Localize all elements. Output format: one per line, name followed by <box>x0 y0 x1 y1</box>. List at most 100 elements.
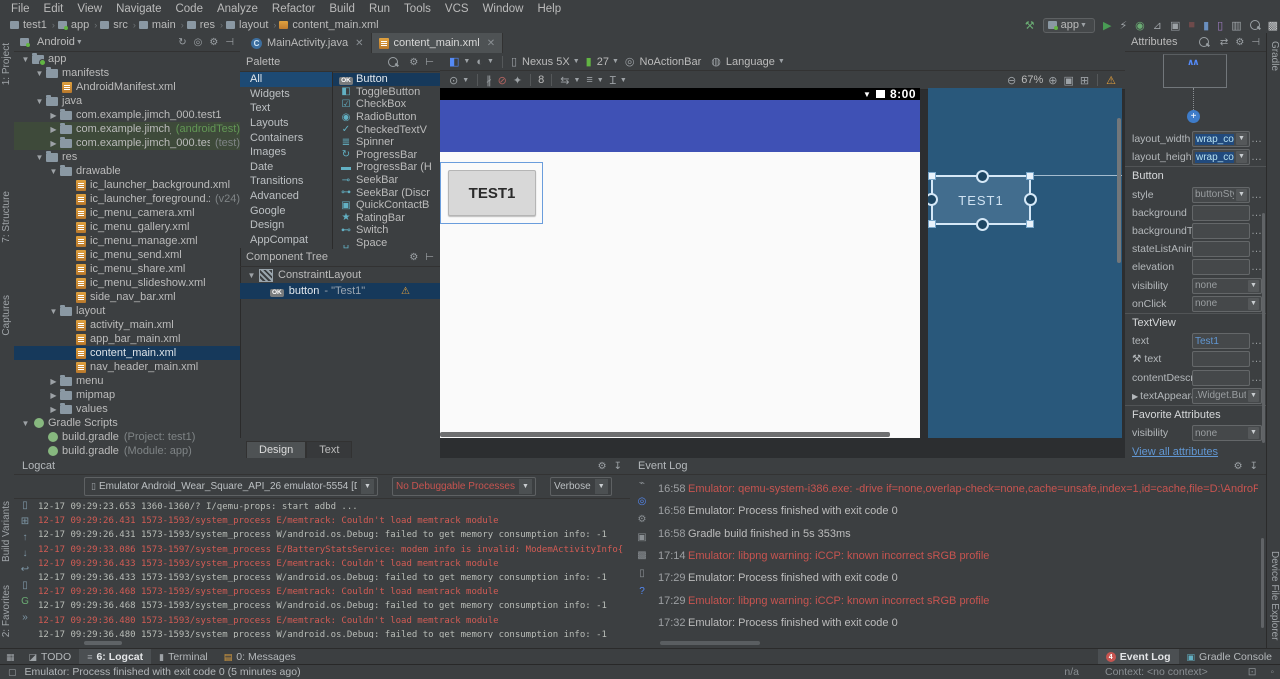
expander-icon[interactable]: ▼ <box>48 307 59 316</box>
constraint-inspector[interactable]: ∧∧ + <box>1125 52 1266 130</box>
design-mode-icon[interactable]: ◧ <box>449 55 459 68</box>
category-transitions[interactable]: Transitions <box>240 174 332 189</box>
settings-icon[interactable]: ⚙ <box>638 514 647 532</box>
tree-item-package-test[interactable]: ▶com.example.jimch_000.test1(test) <box>14 136 240 150</box>
autoconnect-off-icon[interactable]: ∦ <box>486 74 492 87</box>
tree-item-androidmanifest[interactable]: AndroidManifest.xml <box>14 80 240 94</box>
expander-icon[interactable]: ▶ <box>48 125 59 134</box>
component-button-selected[interactable]: OK button - "Test1" ⚠ <box>240 283 440 299</box>
more-button[interactable]: … <box>1250 353 1262 365</box>
component-constraintlayout[interactable]: ▼ ConstraintLayout <box>240 267 440 283</box>
expander-icon[interactable]: ▶ <box>48 391 59 400</box>
tool-tab-device-file-explorer[interactable]: Device File Explorer <box>1269 551 1280 640</box>
trash-icon[interactable]: ▯ <box>639 568 645 586</box>
category-text[interactable]: Text <box>240 101 332 116</box>
menu-code[interactable]: Code <box>168 3 210 15</box>
clear-icon[interactable]: ▯ <box>22 580 28 596</box>
warning-icon[interactable]: ⚠ <box>401 286 410 297</box>
tool-button-messages[interactable]: ▤0: Messages <box>216 649 304 665</box>
gear-icon[interactable]: ⚙ <box>1235 37 1244 48</box>
tool-button-event-log[interactable]: 4Event Log <box>1098 649 1179 665</box>
component-checkbox[interactable]: ☑CheckBox <box>333 98 440 111</box>
background-field[interactable] <box>1192 205 1250 221</box>
gear-icon[interactable]: ⚙ <box>409 252 418 263</box>
clear-constraints-icon[interactable]: ⊘ <box>498 74 507 87</box>
tool-tab-gradle[interactable]: Gradle <box>1269 41 1280 71</box>
backgroundtint-field[interactable] <box>1192 223 1250 239</box>
more-button[interactable]: … <box>1250 225 1262 237</box>
menu-build[interactable]: Build <box>322 3 362 15</box>
tool-button-todo[interactable]: ◪TODO <box>21 649 80 665</box>
run-button[interactable]: ▶ <box>1103 19 1111 32</box>
process-filter[interactable]: No Debuggable Processes ▼ <box>392 477 536 496</box>
context-indicator[interactable]: Context: <no context> <box>1105 666 1208 678</box>
layout-height-combo[interactable]: wrap_content▼ <box>1192 149 1250 165</box>
expander-icon[interactable]: ▼ <box>246 271 257 280</box>
gear-icon[interactable]: ⚙ <box>209 37 218 48</box>
add-constraint-icon[interactable]: + <box>1187 110 1200 123</box>
blueprint-button[interactable]: TEST1 <box>931 175 1031 225</box>
scroll-up-icon[interactable]: ↑ <box>23 532 28 548</box>
elevation-field[interactable] <box>1192 259 1250 275</box>
split-panel-icon[interactable]: ⊢ <box>425 252 434 263</box>
breadcrumb-test1[interactable]: test1 <box>23 19 47 31</box>
component-switch[interactable]: ⊷Switch <box>333 224 440 237</box>
tool-window-switcher-icon[interactable]: ▦ <box>6 652 15 663</box>
help-icon[interactable]: ? <box>639 586 645 604</box>
tree-item-xml[interactable]: ic_menu_slideshow.xml <box>14 276 240 290</box>
tree-item-mipmap[interactable]: ▶mipmap <box>14 388 240 402</box>
expander-icon[interactable]: ▶ <box>1132 392 1138 401</box>
menu-tools[interactable]: Tools <box>397 3 438 15</box>
tab-mainactivity[interactable]: C MainActivity.java ✕ <box>244 33 372 53</box>
tool-tab-favorites[interactable]: 2: Favorites <box>1 585 12 637</box>
more-button[interactable]: … <box>1250 151 1262 163</box>
filter-icon[interactable]: ⌁ <box>639 478 645 496</box>
contentdescription-field[interactable] <box>1192 370 1250 386</box>
more-button[interactable]: … <box>1250 372 1262 384</box>
event-log-vertical-scrollbar[interactable] <box>1261 538 1264 628</box>
resize-handle[interactable] <box>928 220 936 228</box>
menu-edit[interactable]: Edit <box>37 3 71 15</box>
close-icon[interactable]: ✕ <box>355 38 363 49</box>
split-panel-icon[interactable]: ⊢ <box>425 57 434 68</box>
zoom-in-icon[interactable]: ⊕ <box>1048 74 1057 87</box>
component-ratingbar[interactable]: ★RatingBar <box>333 212 440 225</box>
pan-icon[interactable]: ⊞ <box>1080 74 1089 87</box>
coverage-icon[interactable]: ▣ <box>1170 19 1180 32</box>
menu-navigate[interactable]: Navigate <box>109 3 168 15</box>
menu-window[interactable]: Window <box>476 3 531 15</box>
more-button[interactable]: … <box>1250 261 1262 273</box>
tree-item-gradle-scripts[interactable]: ▼Gradle Scripts <box>14 416 240 430</box>
more-button[interactable]: … <box>1250 207 1262 219</box>
event-log-horizontal-scrollbar[interactable] <box>660 641 760 645</box>
view-all-attributes-link[interactable]: View all attributes <box>1125 446 1218 458</box>
hide-panel-icon[interactable]: ↧ <box>614 461 622 472</box>
breadcrumb-app[interactable]: app <box>71 19 89 31</box>
search-icon[interactable] <box>388 57 398 67</box>
tree-item-app[interactable]: ▼app <box>14 52 240 66</box>
tree-item-package-androidtest[interactable]: ▶com.example.jimch_000.test1(androidTest… <box>14 122 240 136</box>
category-containers[interactable]: Containers <box>240 130 332 145</box>
zoom-fit-icon[interactable]: ▣ <box>1064 74 1074 87</box>
language-select[interactable]: Language <box>726 56 775 68</box>
tree-item-xml[interactable]: ic_launcher_background.xml <box>14 178 240 192</box>
component-checkedtextview[interactable]: ✓CheckedTextV <box>333 123 440 136</box>
hide-panel-icon[interactable]: ⊣ <box>225 37 234 48</box>
menu-refactor[interactable]: Refactor <box>265 3 322 15</box>
swap-view-icon[interactable]: ⇄ <box>1220 37 1228 48</box>
tree-item-xml[interactable]: ic_menu_camera.xml <box>14 206 240 220</box>
blueprint-view[interactable]: TEST1 <box>928 88 1122 438</box>
default-margin-value[interactable]: 8 <box>538 74 544 86</box>
visibility-combo[interactable]: none▼ <box>1192 278 1262 294</box>
category-advanced[interactable]: Advanced <box>240 189 332 204</box>
category-design[interactable]: Design <box>240 218 332 233</box>
soft-wrap-icon[interactable]: ↩ <box>21 564 29 580</box>
category-layouts[interactable]: Layouts <box>240 116 332 131</box>
menu-help[interactable]: Help <box>530 3 568 15</box>
menu-vcs[interactable]: VCS <box>438 3 476 15</box>
locate-icon[interactable]: ◎ <box>194 37 203 48</box>
statelistanimator-field[interactable] <box>1192 241 1250 257</box>
avatar[interactable]: ▩ <box>1268 19 1278 32</box>
warnings-icon[interactable]: ⚠ <box>1106 74 1116 87</box>
expander-icon[interactable]: ▼ <box>34 153 45 162</box>
